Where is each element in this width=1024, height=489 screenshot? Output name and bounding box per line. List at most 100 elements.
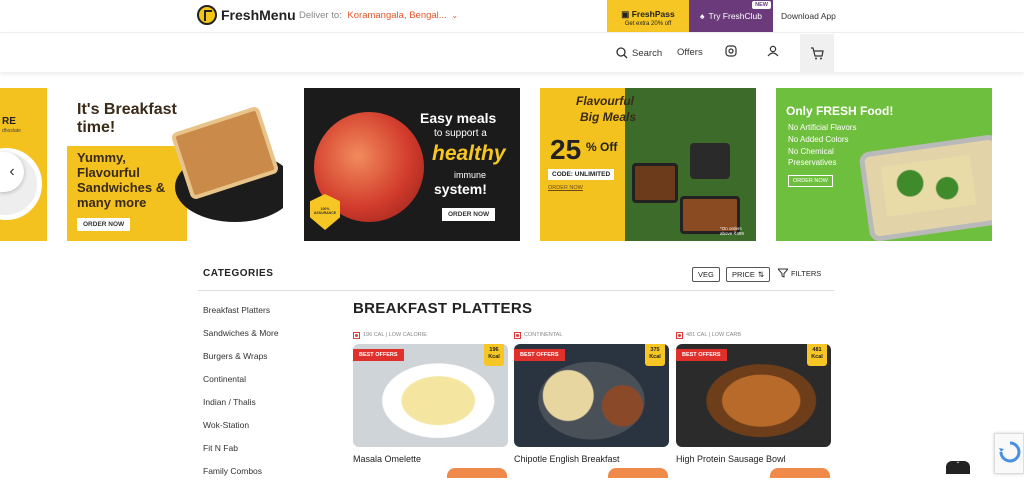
product-name[interactable]: Chipotle English Breakfast [514,454,669,464]
freshclub-label: Try FreshClub [708,11,763,21]
kcal-value: 481 [812,347,822,353]
add-button[interactable] [770,468,830,478]
search-button[interactable]: Search [616,47,662,59]
filters-button[interactable]: FILTERS [778,268,821,278]
product-name[interactable]: Masala Omelette [353,454,508,464]
best-offers-badge: BEST OFFERS [514,349,565,361]
sort-icon: ⇅ [757,270,765,279]
banner-fresh-food[interactable]: Only FRESH Food! No Artificial Flavors N… [776,88,992,241]
download-app-link[interactable]: Download App [781,11,836,21]
brand-name: FreshMenu [221,7,296,23]
add-button[interactable] [608,468,668,478]
section-title: BREAKFAST PLATTERS [353,300,533,317]
product-tag: 481 CAL | LOW CARB [686,332,742,338]
price-sort-button[interactable]: PRICE ⇅ [726,267,771,282]
filters-label: FILTERS [791,268,822,278]
account-button[interactable] [767,45,779,57]
category-item-burgers-wraps[interactable]: Burgers & Wraps [203,351,279,374]
casserole-image [858,133,992,241]
offers-link[interactable]: Offers [677,47,703,58]
category-item-sandwiches[interactable]: Sandwiches & More [203,328,279,351]
product-card[interactable]: CONTINENTAL BEST OFFERS 375 Kcal Chipotle… [514,330,669,464]
benefit-4: Preservatives [788,158,837,167]
support-icon [725,45,737,57]
banner-partial-sub: dhoslate [2,128,21,134]
top-bar: FreshMenu Deliver to: Koramangala, Benga… [0,0,1024,32]
non-veg-icon [514,331,521,339]
best-offers-badge: BEST OFFERS [353,349,404,361]
product-card[interactable]: 481 CAL | LOW CARB BEST OFFERS 481 Kcal H… [676,330,831,464]
freshpass-button[interactable]: ▣ FreshPass Get extra 20% off [607,0,689,32]
logo-icon [197,5,217,25]
best-offers-badge: BEST OFFERS [676,349,727,361]
chevron-left-icon: ‹ [9,163,15,180]
brand-logo[interactable]: FreshMenu [197,5,296,25]
category-item-family-combos[interactable]: Family Combos [203,466,279,489]
order-now-button[interactable]: ORDER NOW [548,185,583,191]
product-name[interactable]: High Protein Sausage Bowl [676,454,831,464]
recaptcha-badge[interactable] [994,433,1024,474]
kcal-value: 196 [489,347,499,353]
divider [198,290,834,291]
kcal-value: 375 [650,347,660,353]
product-image[interactable]: BEST OFFERS 375 Kcal [514,344,669,447]
banner-line1: Easy meals [420,110,497,126]
veg-filter-toggle[interactable]: VEG [692,267,720,282]
banner-immunity[interactable]: Easy meals to support a healthy immune s… [304,88,520,241]
category-item-indian-thalis[interactable]: Indian / Thalis [203,397,279,420]
freshpass-title: FreshPass [631,9,675,19]
category-item-continental[interactable]: Continental [203,374,279,397]
discount-off: % Off [586,140,618,154]
price-sort-label: PRICE [732,270,755,279]
order-now-button[interactable]: ORDER NOW [788,175,833,187]
broccoli-image [880,154,977,217]
promo-code: CODE: UNLIMITED [548,169,615,180]
offers-label: Offers [677,47,703,58]
delivery-location[interactable]: Koramangala, Bengal... [347,10,446,21]
non-veg-icon [676,331,683,339]
banner-body: Yummy, Flavourful Sandwiches & many more [77,150,166,210]
scroll-top-button[interactable]: ˆ [946,461,970,474]
benefit-1: No Artificial Flavors [788,123,857,132]
support-button[interactable] [725,45,737,57]
nav-bar: Search Offers [0,32,1024,72]
deliver-to[interactable]: Deliver to: Koramangala, Bengal... ⌄ [299,10,458,21]
freshclub-button[interactable]: ♠ Try FreshClub NEW [689,0,773,32]
kcal-badge: 481 Kcal [807,344,827,366]
product-image[interactable]: BEST OFFERS 481 Kcal [676,344,831,447]
kcal-unit: Kcal [811,354,823,360]
product-tag: CONTINENTAL [524,332,563,338]
chevron-up-icon: ˆ [956,461,960,470]
user-icon [767,45,779,57]
assurance-badge: 100% ASSURANCE [310,194,340,230]
category-item-wok-station[interactable]: Wok-Station [203,420,279,443]
kcal-badge: 196 Kcal [484,344,504,366]
category-item-breakfast-platters[interactable]: Breakfast Platters [203,305,279,328]
product-image[interactable]: BEST OFFERS 196 Kcal [353,344,508,447]
order-now-button[interactable]: ORDER NOW [77,218,131,231]
filter-icon [778,268,788,278]
banner-big-meals[interactable]: Flavourful Big Meals 25 % Off CODE: UNLI… [540,88,756,241]
banner-line1: Flavourful [576,94,635,108]
add-button[interactable] [447,468,507,478]
category-list: Breakfast Platters Sandwiches & More Bur… [203,305,279,489]
ticket-icon: ▣ [621,9,632,19]
order-now-button[interactable]: ORDER NOW [442,208,496,221]
banner-breakfast[interactable]: It's Breakfast time! Yummy, Flavourful S… [67,88,283,241]
cart-button[interactable] [800,34,834,72]
search-label: Search [632,47,663,59]
meal-box-image [690,143,730,179]
offer-footnote: *On orders above ₹499 [720,226,744,236]
category-item-fit-n-fab[interactable]: Fit N Fab [203,443,279,466]
categories-heading: CATEGORIES [203,268,274,279]
freshpass-subtitle: Get extra 20% off [624,21,672,27]
banner-line2: Big Meals [580,110,637,124]
cart-icon [811,46,824,59]
meal-bowl-image [632,163,678,203]
banner-title: Only FRESH Food! [786,104,894,118]
product-card[interactable]: 196 CAL | LOW CALORIE BEST OFFERS 196 Kca… [353,330,508,464]
chevron-down-icon[interactable]: ⌄ [451,11,458,20]
recaptcha-icon [999,441,1021,463]
banner-line5: system! [434,181,487,197]
banner-line4: immune [454,170,487,180]
